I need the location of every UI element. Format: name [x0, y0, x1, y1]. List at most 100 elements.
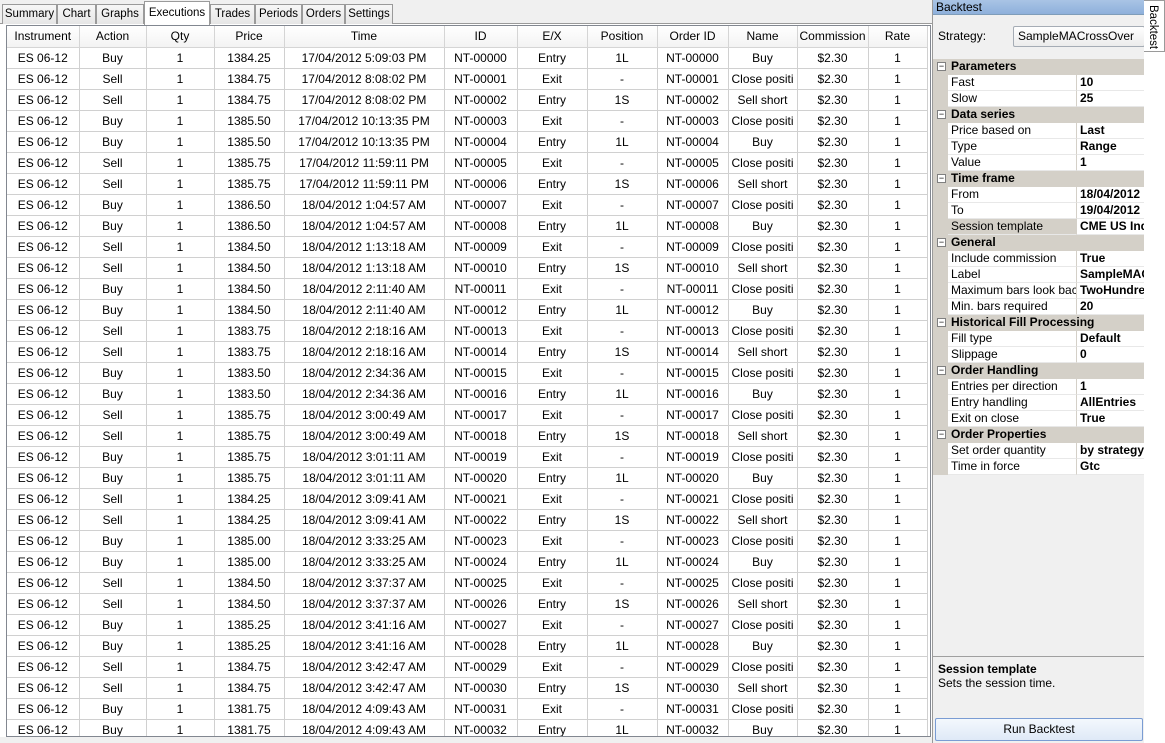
column-header[interactable]: Order ID: [657, 26, 729, 48]
property-row[interactable]: Set order quantity by strategy: [933, 443, 1144, 459]
property-category[interactable]: − Order Handling: [933, 363, 1144, 379]
table-row[interactable]: ES 06-12 Sell 1 1385.75 18/04/2012 3:00:49 A…: [7, 425, 928, 447]
table-row[interactable]: ES 06-12 Buy 1 1385.75 18/04/2012 3:01:11 AM…: [7, 446, 928, 468]
collapse-icon[interactable]: −: [937, 62, 946, 71]
property-value[interactable]: by strategy: [1077, 443, 1144, 459]
property-row[interactable]: Exit on close True: [933, 411, 1144, 427]
column-header[interactable]: Name: [728, 26, 798, 48]
property-value[interactable]: Gtc: [1077, 459, 1144, 475]
table-row[interactable]: ES 06-12 Buy 1 1384.50 18/04/2012 2:11:40 AM…: [7, 299, 928, 321]
property-value[interactable]: Range: [1077, 139, 1144, 155]
column-header[interactable]: Rate: [868, 26, 928, 48]
table-row[interactable]: ES 06-12 Sell 1 1384.50 18/04/2012 3:37:37 A…: [7, 593, 928, 615]
table-row[interactable]: ES 06-12 Sell 1 1384.75 18/04/2012 3:42:47 A…: [7, 656, 928, 678]
collapse-icon[interactable]: −: [937, 174, 946, 183]
property-value[interactable]: TwoHundre: [1077, 283, 1144, 299]
strategy-select[interactable]: SampleMACrossOver: [1013, 26, 1145, 47]
table-row[interactable]: ES 06-12 Sell 1 1385.75 17/04/2012 11:59:11 …: [7, 152, 928, 174]
property-value[interactable]: SampleMAC: [1077, 267, 1144, 283]
property-value[interactable]: 19/04/2012: [1077, 203, 1144, 219]
column-header[interactable]: Action: [79, 26, 147, 48]
property-row[interactable]: Label SampleMAC: [933, 267, 1144, 283]
tab-settings[interactable]: Settings: [345, 4, 393, 24]
column-header[interactable]: E/X: [517, 26, 588, 48]
table-row[interactable]: ES 06-12 Sell 1 1384.50 18/04/2012 1:13:18 A…: [7, 236, 928, 258]
table-row[interactable]: ES 06-12 Sell 1 1383.75 18/04/2012 2:18:16 A…: [7, 341, 928, 363]
table-row[interactable]: ES 06-12 Buy 1 1385.00 18/04/2012 3:33:25 AM…: [7, 530, 928, 552]
property-value[interactable]: True: [1077, 411, 1144, 427]
property-row[interactable]: Entries per direction 1: [933, 379, 1144, 395]
table-row[interactable]: ES 06-12 Buy 1 1384.25 17/04/2012 5:09:03 PM…: [7, 47, 928, 69]
collapse-icon[interactable]: −: [937, 366, 946, 375]
table-row[interactable]: ES 06-12 Buy 1 1386.50 18/04/2012 1:04:57 AM…: [7, 215, 928, 237]
column-header[interactable]: Commission: [797, 26, 869, 48]
property-row[interactable]: Value 1: [933, 155, 1144, 171]
property-row[interactable]: Maximum bars look back TwoHundre: [933, 283, 1144, 299]
backtest-side-tab[interactable]: Backtest: [1144, 0, 1165, 52]
property-category[interactable]: − Parameters: [933, 59, 1144, 75]
column-header[interactable]: Price: [214, 26, 285, 48]
column-header[interactable]: Time: [284, 26, 445, 48]
table-row[interactable]: ES 06-12 Buy 1 1385.25 18/04/2012 3:41:16 AM…: [7, 635, 928, 657]
table-row[interactable]: ES 06-12 Sell 1 1384.75 17/04/2012 8:08:02 P…: [7, 89, 928, 111]
column-header[interactable]: Instrument: [7, 26, 80, 48]
tab-summary[interactable]: Summary: [2, 4, 57, 24]
property-row[interactable]: Slow 25: [933, 91, 1144, 107]
table-row[interactable]: ES 06-12 Buy 1 1385.00 18/04/2012 3:33:25 AM…: [7, 551, 928, 573]
property-value[interactable]: True: [1077, 251, 1144, 267]
table-row[interactable]: ES 06-12 Buy 1 1385.75 18/04/2012 3:01:11 AM…: [7, 467, 928, 489]
property-value[interactable]: Last: [1077, 123, 1144, 139]
column-header[interactable]: Qty: [146, 26, 215, 48]
table-row[interactable]: ES 06-12 Buy 1 1381.75 18/04/2012 4:09:43 AM…: [7, 698, 928, 720]
table-row[interactable]: ES 06-12 Sell 1 1383.75 18/04/2012 2:18:16 A…: [7, 320, 928, 342]
property-row[interactable]: Include commission True: [933, 251, 1144, 267]
property-value[interactable]: 18/04/2012: [1077, 187, 1144, 203]
executions-grid[interactable]: Instrument Action Qty Price Time ID E/X Positio…: [6, 25, 931, 737]
table-row[interactable]: ES 06-12 Buy 1 1384.50 18/04/2012 2:11:40 AM…: [7, 278, 928, 300]
property-value[interactable]: 1: [1077, 155, 1144, 171]
table-row[interactable]: ES 06-12 Sell 1 1384.75 18/04/2012 3:42:47 A…: [7, 677, 928, 699]
column-header[interactable]: ID: [444, 26, 518, 48]
column-header[interactable]: Position: [587, 26, 658, 48]
table-row[interactable]: ES 06-12 Sell 1 1384.75 17/04/2012 8:08:02 P…: [7, 68, 928, 90]
property-value[interactable]: 1: [1077, 379, 1144, 395]
table-row[interactable]: ES 06-12 Buy 1 1385.50 17/04/2012 10:13:35 P…: [7, 131, 928, 153]
property-row[interactable]: Session template CME US Ind: [933, 219, 1144, 235]
property-value[interactable]: 25: [1077, 91, 1144, 107]
tab-orders[interactable]: Orders: [302, 4, 345, 24]
tab-chart[interactable]: Chart: [57, 4, 96, 24]
tab-trades[interactable]: Trades: [210, 4, 255, 24]
table-row[interactable]: ES 06-12 Sell 1 1384.25 18/04/2012 3:09:41 A…: [7, 509, 928, 531]
collapse-icon[interactable]: −: [937, 430, 946, 439]
property-value[interactable]: 10: [1077, 75, 1144, 91]
table-row[interactable]: ES 06-12 Sell 1 1385.75 17/04/2012 11:59:11 …: [7, 173, 928, 195]
table-row[interactable]: ES 06-12 Sell 1 1384.50 18/04/2012 1:13:18 A…: [7, 257, 928, 279]
table-row[interactable]: ES 06-12 Sell 1 1385.75 18/04/2012 3:00:49 A…: [7, 404, 928, 426]
property-value[interactable]: 0: [1077, 347, 1144, 363]
table-row[interactable]: ES 06-12 Buy 1 1381.75 18/04/2012 4:09:43 AM…: [7, 719, 928, 736]
property-category[interactable]: − Order Properties: [933, 427, 1144, 443]
table-row[interactable]: ES 06-12 Buy 1 1383.50 18/04/2012 2:34:36 AM…: [7, 383, 928, 405]
property-row[interactable]: From 18/04/2012: [933, 187, 1144, 203]
property-category[interactable]: − Time frame: [933, 171, 1144, 187]
property-row[interactable]: To 19/04/2012: [933, 203, 1144, 219]
property-category[interactable]: − Historical Fill Processing: [933, 315, 1144, 331]
property-value[interactable]: AllEntries: [1077, 395, 1144, 411]
tab-graphs[interactable]: Graphs: [96, 4, 144, 24]
property-category[interactable]: − Data series: [933, 107, 1144, 123]
table-row[interactable]: ES 06-12 Sell 1 1384.50 18/04/2012 3:37:37 A…: [7, 572, 928, 594]
table-row[interactable]: ES 06-12 Sell 1 1384.25 18/04/2012 3:09:41 A…: [7, 488, 928, 510]
collapse-icon[interactable]: −: [937, 238, 946, 247]
table-row[interactable]: ES 06-12 Buy 1 1385.25 18/04/2012 3:41:16 AM…: [7, 614, 928, 636]
property-category[interactable]: − General: [933, 235, 1144, 251]
table-row[interactable]: ES 06-12 Buy 1 1385.50 17/04/2012 10:13:35 P…: [7, 110, 928, 132]
collapse-icon[interactable]: −: [937, 110, 946, 119]
property-row[interactable]: Type Range: [933, 139, 1144, 155]
collapse-icon[interactable]: −: [937, 318, 946, 327]
property-row[interactable]: Min. bars required 20: [933, 299, 1144, 315]
table-row[interactable]: ES 06-12 Buy 1 1386.50 18/04/2012 1:04:57 AM…: [7, 194, 928, 216]
table-row[interactable]: ES 06-12 Buy 1 1383.50 18/04/2012 2:34:36 AM…: [7, 362, 928, 384]
property-value[interactable]: CME US Ind: [1077, 219, 1144, 235]
property-row[interactable]: Fill type Default: [933, 331, 1144, 347]
tab-periods[interactable]: Periods: [255, 4, 302, 24]
